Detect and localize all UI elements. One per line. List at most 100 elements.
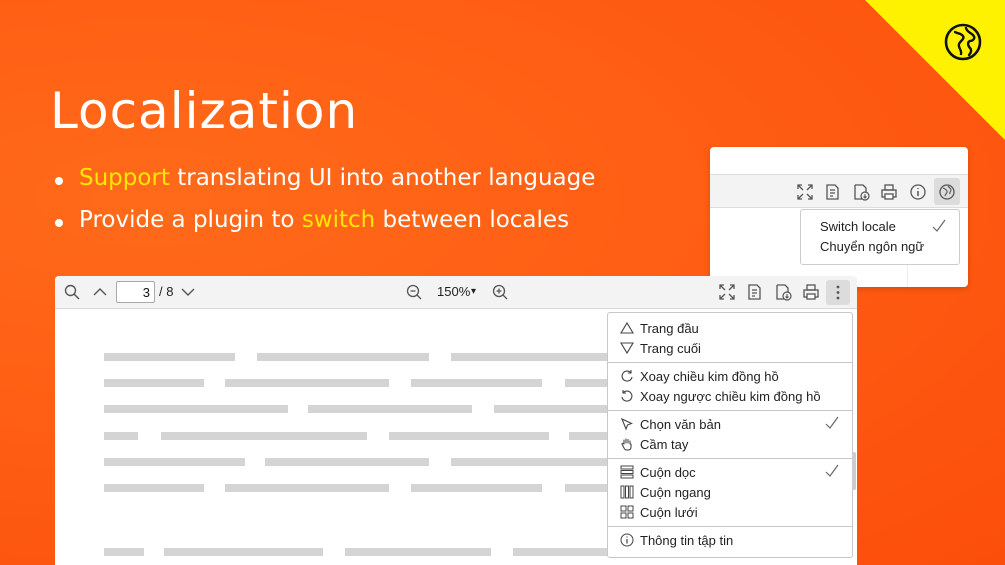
text-line <box>513 548 611 556</box>
corner-accent <box>865 0 1005 140</box>
menu-rotate-clockwise[interactable]: Xoay chiều kim đồng hồ <box>608 366 852 386</box>
fullscreen-icon[interactable] <box>796 183 814 201</box>
text-line <box>308 405 472 413</box>
text-line <box>104 379 204 387</box>
globe-icon <box>939 184 955 200</box>
scrollbar-thumb[interactable] <box>852 452 856 490</box>
locale-window: Switch locale Chuyển ngôn ngữ <box>710 147 968 287</box>
bullet-text: Provide a plugin to <box>79 207 302 233</box>
text-line <box>451 458 611 466</box>
bullet-text: between locales <box>375 207 570 233</box>
locale-option-english[interactable]: Switch locale <box>820 219 896 234</box>
menu-label: Trang đầu <box>640 321 699 336</box>
menu-first-page[interactable]: Trang đầu <box>608 318 852 338</box>
viewer-toolbar: / 8 150% ▾ <box>55 276 857 309</box>
zoom-dropdown-caret[interactable]: ▾ <box>471 286 476 297</box>
download-icon[interactable] <box>852 183 870 201</box>
menu-label: Cầm tay <box>640 437 689 452</box>
locale-button[interactable] <box>934 178 960 205</box>
zoom-level[interactable]: 150% <box>437 284 470 299</box>
chevron-down-icon[interactable] <box>179 283 197 301</box>
text-line <box>265 458 429 466</box>
menu-vertical-scroll[interactable]: Cuộn dọc <box>608 462 852 482</box>
menu-horizontal-scroll[interactable]: Cuộn ngang <box>608 482 852 502</box>
total-pages: / 8 <box>159 284 174 299</box>
menu-select-text[interactable]: Chọn văn bản <box>608 414 852 434</box>
text-line <box>104 353 235 361</box>
menu-separator <box>608 526 852 527</box>
text-line <box>389 432 549 440</box>
vertical-scroll-icon <box>620 465 634 479</box>
menu-label: Xoay chiều kim đồng hồ <box>640 369 779 384</box>
more-actions-menu: Trang đầu Trang cuối Xoay chiều kim đồng… <box>607 312 853 558</box>
zoom-in-icon[interactable] <box>491 283 509 301</box>
text-line <box>161 432 367 440</box>
globe-icon <box>944 23 982 61</box>
more-icon <box>836 285 840 300</box>
print-icon[interactable] <box>802 283 820 301</box>
search-icon[interactable] <box>63 283 81 301</box>
download-icon[interactable] <box>774 283 792 301</box>
highlight-support: Support <box>79 165 170 191</box>
text-line <box>104 458 245 466</box>
chevron-up-icon[interactable] <box>91 283 109 301</box>
menu-label: Thông tin tập tin <box>640 533 734 548</box>
text-line <box>411 484 542 492</box>
page-number-input[interactable] <box>116 281 155 303</box>
open-file-icon[interactable] <box>824 183 842 201</box>
horizontal-scroll-icon <box>620 485 634 499</box>
menu-wrapped-scroll[interactable]: Cuộn lưới <box>608 502 852 522</box>
text-line <box>345 548 491 556</box>
cursor-icon <box>620 417 633 431</box>
open-file-icon[interactable] <box>746 283 764 301</box>
bullet-text: translating UI into another language <box>169 165 596 191</box>
locale-menu: Switch locale Chuyển ngôn ngữ <box>800 209 960 265</box>
text-line <box>565 484 611 492</box>
menu-separator <box>608 362 852 363</box>
more-button[interactable] <box>826 280 850 305</box>
print-icon[interactable] <box>880 183 898 201</box>
info-icon[interactable] <box>909 183 927 201</box>
checkmark-icon <box>825 416 839 429</box>
triangle-up-icon <box>620 321 634 334</box>
menu-label: Cuộn lưới <box>640 505 698 520</box>
menu-hand-tool[interactable]: Cầm tay <box>608 434 852 454</box>
menu-document-properties[interactable]: Thông tin tập tin <box>608 530 852 550</box>
text-line <box>451 353 611 361</box>
highlight-switch: switch <box>301 207 376 233</box>
text-line <box>565 379 611 387</box>
menu-label: Trang cuối <box>640 341 701 356</box>
menu-label: Chọn văn bản <box>640 417 721 432</box>
locale-option-vietnamese[interactable]: Chuyển ngôn ngữ <box>820 239 924 254</box>
menu-separator <box>608 458 852 459</box>
fullscreen-icon[interactable] <box>718 283 736 301</box>
text-line <box>104 405 288 413</box>
rotate-counterclockwise-icon <box>621 390 633 402</box>
text-line <box>494 405 611 413</box>
zoom-out-icon[interactable] <box>405 283 423 301</box>
menu-last-page[interactable]: Trang cuối <box>608 338 852 358</box>
text-line <box>257 353 429 361</box>
text-line <box>104 548 144 556</box>
text-line <box>569 432 611 440</box>
text-line <box>104 484 204 492</box>
checkmark-icon <box>825 464 839 477</box>
menu-label: Xoay ngược chiều kim đồng hồ <box>640 389 821 404</box>
text-line <box>225 379 389 387</box>
menu-rotate-counterclockwise[interactable]: Xoay ngược chiều kim đồng hồ <box>608 386 852 406</box>
text-line <box>411 379 542 387</box>
menu-label: Cuộn ngang <box>640 485 711 500</box>
rotate-clockwise-icon <box>621 370 633 382</box>
feature-bullet-switch: Provide a plugin to switch between local… <box>55 207 595 233</box>
menu-label: Cuộn dọc <box>640 465 696 480</box>
text-line <box>225 484 389 492</box>
menu-separator <box>608 410 852 411</box>
text-line <box>164 548 323 556</box>
feature-list: Support translating UI into another lang… <box>55 165 595 249</box>
triangle-down-icon <box>620 342 634 355</box>
info-icon <box>620 533 634 547</box>
hand-icon <box>621 438 632 451</box>
mini-toolbar <box>710 174 968 208</box>
feature-bullet-support: Support translating UI into another lang… <box>55 165 595 191</box>
text-line <box>104 432 138 440</box>
